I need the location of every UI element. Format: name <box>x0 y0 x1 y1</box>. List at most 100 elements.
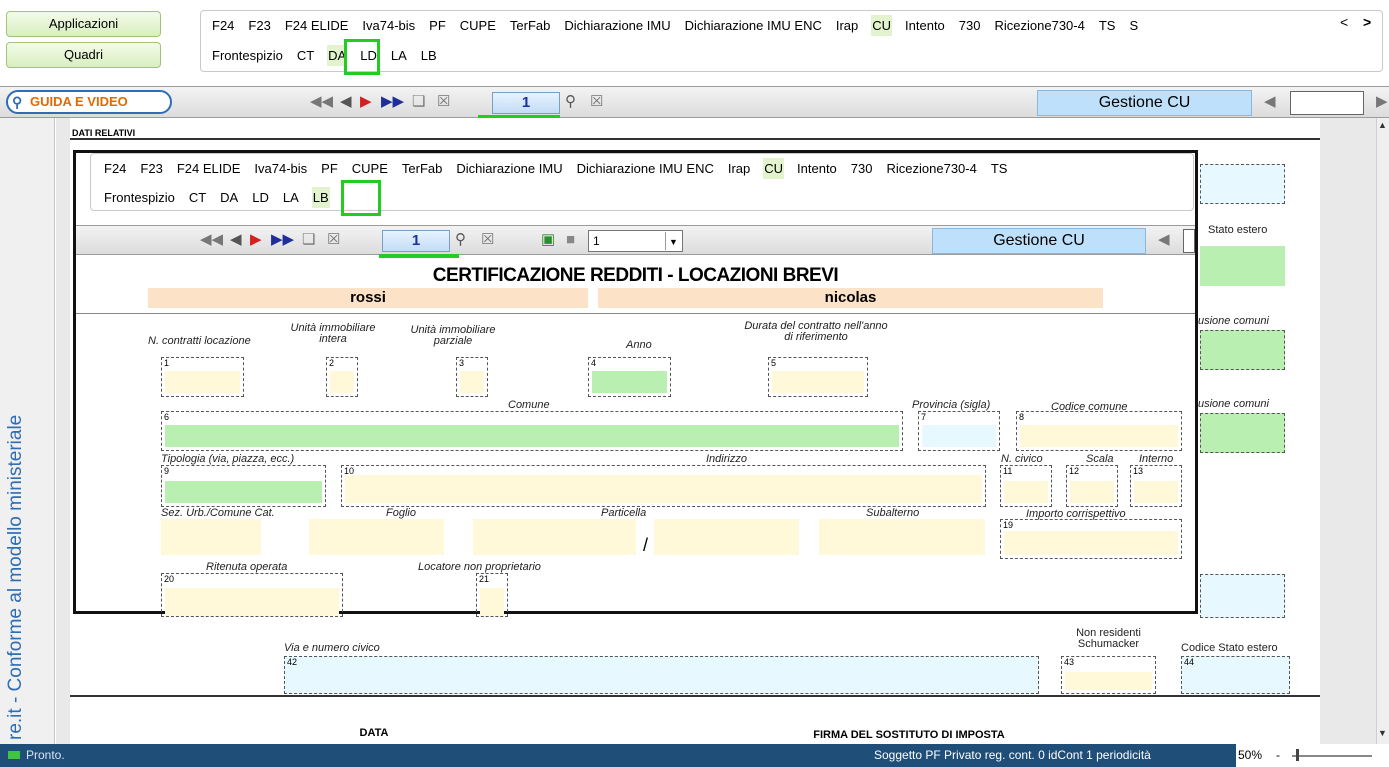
field-3[interactable]: 3 <box>456 357 488 397</box>
scroll-left-icon[interactable]: ◀ <box>1158 230 1170 250</box>
tabs-next-button[interactable]: > <box>1363 14 1371 30</box>
quadro-tab[interactable]: Frontespizio <box>103 187 176 208</box>
zoom-out-button[interactable]: - <box>1276 748 1280 762</box>
app-tab[interactable]: 730 <box>850 158 874 179</box>
quadro-tab-active[interactable]: LB <box>311 187 330 208</box>
app-tab[interactable]: F24 <box>103 158 127 179</box>
field-21[interactable]: 21 <box>476 573 508 617</box>
app-tab[interactable]: Irap <box>727 158 751 179</box>
delete-icon[interactable]: ☒ <box>327 230 340 250</box>
field-6[interactable]: 6 <box>161 411 903 451</box>
app-tab[interactable]: F24 ELIDE <box>176 158 242 179</box>
page-number[interactable]: 1 <box>492 92 560 114</box>
bg-field[interactable] <box>1200 330 1285 370</box>
zoom-slider[interactable] <box>1292 755 1372 757</box>
app-tab[interactable]: Intento <box>904 15 946 36</box>
search-icon[interactable]: ⚲ <box>565 92 576 112</box>
app-tab[interactable]: TerFab <box>509 15 551 36</box>
app-tab[interactable]: CUPE <box>351 158 389 179</box>
app-tab[interactable]: F24 ELIDE <box>284 15 350 36</box>
last-record-icon[interactable]: ▶▶ <box>381 92 404 112</box>
app-tab[interactable]: TS <box>1098 15 1117 36</box>
app-tab[interactable]: CUPE <box>459 15 497 36</box>
quadro-tab[interactable]: LA <box>390 45 408 66</box>
bg-field[interactable] <box>1200 164 1285 204</box>
codstato-field[interactable]: 44 <box>1181 656 1290 694</box>
page-number[interactable]: 1 <box>382 230 450 252</box>
delete-icon[interactable]: ☒ <box>437 92 450 112</box>
first-record-icon[interactable]: ◀◀ <box>310 92 333 112</box>
field-10[interactable]: 10 <box>341 465 986 507</box>
app-tab[interactable]: 730 <box>958 15 982 36</box>
app-tab[interactable]: Ricezione730-4 <box>886 158 978 179</box>
scroll-up-icon[interactable]: ▲ <box>1378 120 1387 130</box>
field-5[interactable]: 5 <box>768 357 868 397</box>
prev-record-icon[interactable]: ◀ <box>340 92 352 112</box>
app-tab[interactable]: Dichiarazione IMU <box>455 158 563 179</box>
field-18[interactable]: 18 <box>819 519 985 559</box>
app-tab[interactable]: TerFab <box>401 158 443 179</box>
field-4[interactable]: 4 <box>588 357 671 397</box>
next-record-icon[interactable]: ▶ <box>360 92 372 112</box>
nonres-field[interactable]: 43 <box>1061 656 1156 694</box>
app-tab[interactable]: Iva74-bis <box>253 158 308 179</box>
scroll-down-icon[interactable]: ▼ <box>1378 728 1387 738</box>
app-tab[interactable]: Dichiarazione IMU <box>563 15 671 36</box>
app-tab[interactable]: PF <box>428 15 447 36</box>
applicazioni-button[interactable]: Applicazioni <box>6 11 161 37</box>
module-select[interactable]: 1 ▼ <box>588 230 683 252</box>
quadro-tab[interactable]: DA <box>219 187 239 208</box>
toolbar-input[interactable] <box>1290 91 1364 115</box>
copy-icon[interactable]: ❏ <box>302 230 315 250</box>
bg-field[interactable] <box>1200 413 1285 453</box>
bg-field[interactable] <box>1200 246 1285 286</box>
app-tab[interactable]: F24 <box>211 15 235 36</box>
app-tab[interactable]: Dichiarazione IMU ENC <box>684 15 823 36</box>
scroll-right-icon[interactable]: ▶ <box>1376 92 1388 112</box>
app-tab[interactable]: F23 <box>247 15 271 36</box>
via-field[interactable]: 42 <box>284 656 1039 694</box>
first-record-icon[interactable]: ◀◀ <box>200 230 223 250</box>
quadro-tab[interactable]: LA <box>282 187 300 208</box>
zoom-slider-thumb[interactable] <box>1296 749 1299 761</box>
next-record-icon[interactable]: ▶ <box>250 230 262 250</box>
clear-icon[interactable]: ☒ <box>481 230 494 250</box>
gestione-cu-button[interactable]: Gestione CU <box>932 228 1146 254</box>
toolbar-input[interactable] <box>1183 229 1195 253</box>
quadri-button[interactable]: Quadri <box>6 42 161 68</box>
field-12[interactable]: 12 <box>1066 465 1118 507</box>
field-16[interactable]: 16 <box>473 519 636 559</box>
app-tab[interactable]: S <box>1128 15 1139 36</box>
search-icon[interactable]: ⚲ <box>455 230 466 250</box>
quadro-tab[interactable]: LD <box>251 187 270 208</box>
tabs-prev-button[interactable]: < <box>1340 14 1348 30</box>
vertical-scrollbar[interactable]: ▲ ▼ <box>1376 118 1389 744</box>
quadro-tab[interactable]: LB <box>420 45 438 66</box>
app-tab[interactable]: TS <box>990 158 1009 179</box>
field-1[interactable]: 1 <box>161 357 244 397</box>
app-tab[interactable]: F23 <box>139 158 163 179</box>
quadro-tab[interactable]: CT <box>188 187 207 208</box>
field-2[interactable]: 2 <box>326 357 358 397</box>
field-15[interactable]: 15 <box>309 519 444 559</box>
app-tab-active[interactable]: CU <box>763 158 785 179</box>
clear-icon[interactable]: ☒ <box>590 92 603 112</box>
field-8[interactable]: 8 <box>1016 411 1182 451</box>
field-20[interactable]: 20 <box>161 573 343 617</box>
field-7[interactable]: 7 <box>918 411 1000 451</box>
square-icon[interactable]: ■ <box>566 230 575 250</box>
scroll-left-icon[interactable]: ◀ <box>1264 92 1276 112</box>
app-tab[interactable]: Ricezione730-4 <box>994 15 1086 36</box>
copy-icon[interactable]: ❏ <box>412 92 425 112</box>
field-17[interactable]: 17 <box>654 519 799 559</box>
app-tab[interactable]: Intento <box>796 158 838 179</box>
field-19[interactable]: 19 <box>1000 519 1182 559</box>
bg-field[interactable] <box>1200 574 1285 618</box>
last-record-icon[interactable]: ▶▶ <box>271 230 294 250</box>
app-tab[interactable]: Irap <box>835 15 859 36</box>
app-tab[interactable]: Iva74-bis <box>361 15 416 36</box>
field-13[interactable]: 13 <box>1130 465 1182 507</box>
field-14[interactable]: 14 <box>161 519 261 559</box>
app-tab[interactable]: Dichiarazione IMU ENC <box>576 158 715 179</box>
field-9[interactable]: 9 <box>161 465 326 507</box>
